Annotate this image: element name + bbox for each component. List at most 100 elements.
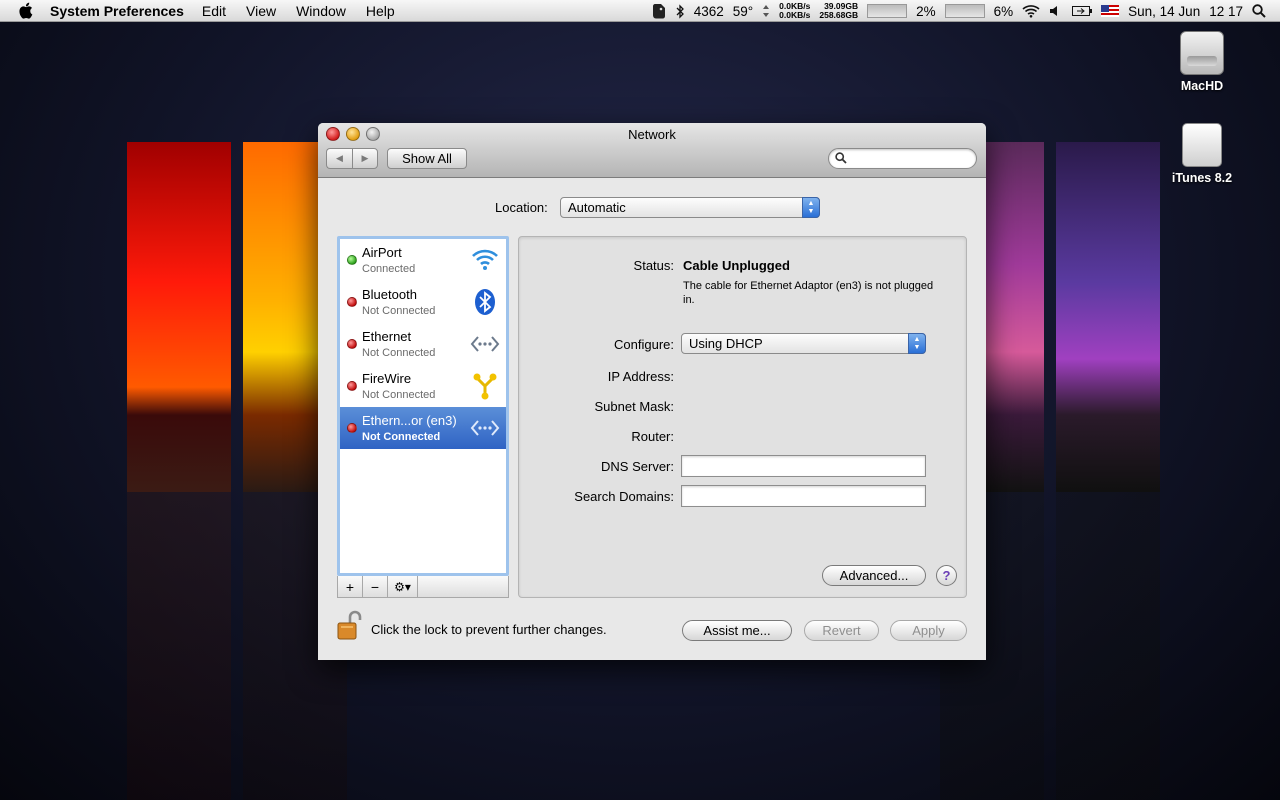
evernote-icon[interactable]	[652, 3, 666, 19]
clock-date[interactable]: Sun, 14 Jun	[1128, 4, 1200, 19]
apply-button[interactable]: Apply	[890, 620, 967, 641]
battery-icon[interactable]	[1072, 6, 1093, 16]
location-value: Automatic	[568, 200, 626, 215]
router-label: Router:	[631, 429, 674, 444]
apple-menu-icon[interactable]	[18, 2, 38, 19]
network-speed-readout[interactable]: 0.0KB/s 0.0KB/s	[779, 2, 810, 20]
dns-server-input[interactable]	[682, 456, 925, 476]
advanced-button[interactable]: Advanced...	[822, 565, 926, 586]
us-flag-input-icon[interactable]	[1101, 5, 1120, 17]
clock-time[interactable]: 12 17	[1209, 4, 1243, 19]
lock-message: Click the lock to prevent further change…	[371, 622, 607, 637]
cpu-1-readout[interactable]: 2%	[916, 4, 936, 19]
popup-arrows-icon: ▲ ▼	[908, 333, 926, 354]
service-name: Ethernet	[362, 329, 412, 344]
menu-app-name[interactable]: System Preferences	[50, 3, 184, 19]
airport-wifi-icon	[470, 246, 500, 274]
add-service-button[interactable]: +	[338, 576, 363, 597]
memory-readout[interactable]: 4362	[694, 4, 724, 19]
configure-value: Using DHCP	[689, 336, 763, 351]
nav-arrows: ◀ ▶	[326, 148, 378, 169]
menu-help[interactable]: Help	[366, 3, 395, 19]
help-button[interactable]: ?	[936, 565, 957, 586]
wifi-menu-icon[interactable]	[1022, 4, 1040, 18]
disk-usage-readout[interactable]: 39.09GB 258.68GB	[819, 2, 858, 20]
status-description: The cable for Ethernet Adaptor (en3) is …	[683, 280, 934, 306]
service-item-bluetooth[interactable]: Bluetooth Not Connected	[340, 281, 506, 323]
service-status: Not Connected	[362, 389, 436, 401]
volume-icon[interactable]	[1049, 5, 1063, 17]
bluetooth-menu-icon[interactable]	[675, 3, 685, 19]
service-item-airport[interactable]: AirPort Connected	[340, 239, 506, 281]
back-button[interactable]: ◀	[326, 148, 352, 169]
lock-icon[interactable]	[336, 609, 364, 641]
configure-label: Configure:	[614, 337, 674, 352]
desktop-icon-itunes[interactable]: iTunes 8.2	[1157, 123, 1247, 185]
status-dot-red-icon	[347, 381, 357, 391]
service-list: AirPort Connected Bluetooth Not Connecte…	[337, 236, 509, 576]
left-arrow-icon: ◀	[336, 153, 343, 163]
service-item-ethernet-adaptor-en3[interactable]: Ethern...or (en3) Not Connected	[340, 407, 506, 449]
service-status: Not Connected	[362, 347, 436, 359]
revert-button[interactable]: Revert	[804, 620, 879, 641]
cpu-graph-2[interactable]	[944, 4, 985, 18]
desktop-icon-label: MacHD	[1180, 79, 1224, 93]
status-tray: 4362 59° 0.0KB/s 0.0KB/s 39.09GB 258.68G…	[652, 0, 1280, 22]
menu-bar: System Preferences Edit View Window Help…	[0, 0, 1280, 22]
service-status: Connected	[362, 263, 416, 275]
menu-view[interactable]: View	[246, 3, 276, 19]
ipod-disk-icon	[1182, 123, 1222, 167]
search-input[interactable]	[851, 151, 969, 166]
ip-address-label: IP Address:	[607, 369, 674, 384]
menu-window[interactable]: Window	[296, 3, 346, 19]
service-status: Not Connected	[362, 431, 441, 443]
status-label: Status:	[633, 258, 674, 273]
dns-server-field[interactable]	[681, 455, 926, 477]
menu-edit[interactable]: Edit	[202, 3, 226, 19]
net-out-value: 0.0KB/s	[779, 10, 811, 20]
cpu-graph-1[interactable]	[867, 4, 908, 18]
service-name: Ethern...or (en3)	[362, 413, 457, 428]
network-preferences-window: Network ◀ ▶ Show All Location: Automatic…	[318, 123, 986, 660]
dns-server-label: DNS Server:	[601, 459, 674, 474]
search-icon	[835, 152, 847, 167]
wallpaper-panel	[1056, 142, 1160, 492]
right-arrow-icon: ▶	[361, 153, 369, 163]
search-domains-field[interactable]	[681, 485, 926, 507]
status-dot-green-icon	[347, 255, 357, 265]
popup-arrows-icon: ▲ ▼	[802, 197, 820, 218]
temperature-readout[interactable]: 59°	[733, 4, 753, 19]
service-status: Not Connected	[362, 305, 436, 317]
search-field[interactable]	[828, 148, 977, 169]
ethernet-icon	[470, 330, 500, 358]
window-titlebar[interactable]: Network ◀ ▶ Show All	[318, 123, 986, 178]
spotlight-search-icon[interactable]	[1252, 4, 1266, 18]
desktop-icon-label: iTunes 8.2	[1171, 171, 1233, 185]
wallpaper-panel	[127, 142, 231, 492]
service-name: FireWire	[362, 371, 412, 386]
wallpaper-reflection	[127, 492, 231, 800]
show-all-button[interactable]: Show All	[387, 148, 467, 169]
location-popup[interactable]: Automatic ▲ ▼	[560, 197, 820, 218]
hard-drive-icon	[1180, 31, 1224, 75]
search-domains-label: Search Domains:	[574, 489, 674, 504]
forward-button[interactable]: ▶	[352, 148, 378, 169]
service-item-ethernet[interactable]: Ethernet Not Connected	[340, 323, 506, 365]
status-dot-red-icon	[347, 339, 357, 349]
service-name: AirPort	[362, 245, 402, 260]
configure-popup[interactable]: Using DHCP ▲ ▼	[681, 333, 926, 354]
service-item-firewire[interactable]: FireWire Not Connected	[340, 365, 506, 407]
cpu-2-readout[interactable]: 6%	[994, 4, 1014, 19]
location-row: Location: Automatic ▲ ▼	[318, 197, 986, 219]
status-value: Cable Unplugged	[683, 258, 790, 273]
remove-service-button[interactable]: −	[363, 576, 388, 597]
window-title: Network	[628, 127, 676, 142]
desktop-icon-machd[interactable]: MacHD	[1157, 31, 1247, 93]
search-domains-input[interactable]	[682, 486, 925, 506]
firewire-icon	[470, 372, 500, 400]
network-arrows-icon	[762, 4, 770, 18]
status-dot-red-icon	[347, 423, 357, 433]
assist-me-button[interactable]: Assist me...	[682, 620, 792, 641]
bluetooth-icon	[470, 288, 500, 316]
gear-icon[interactable]: ⚙▾	[388, 576, 418, 597]
